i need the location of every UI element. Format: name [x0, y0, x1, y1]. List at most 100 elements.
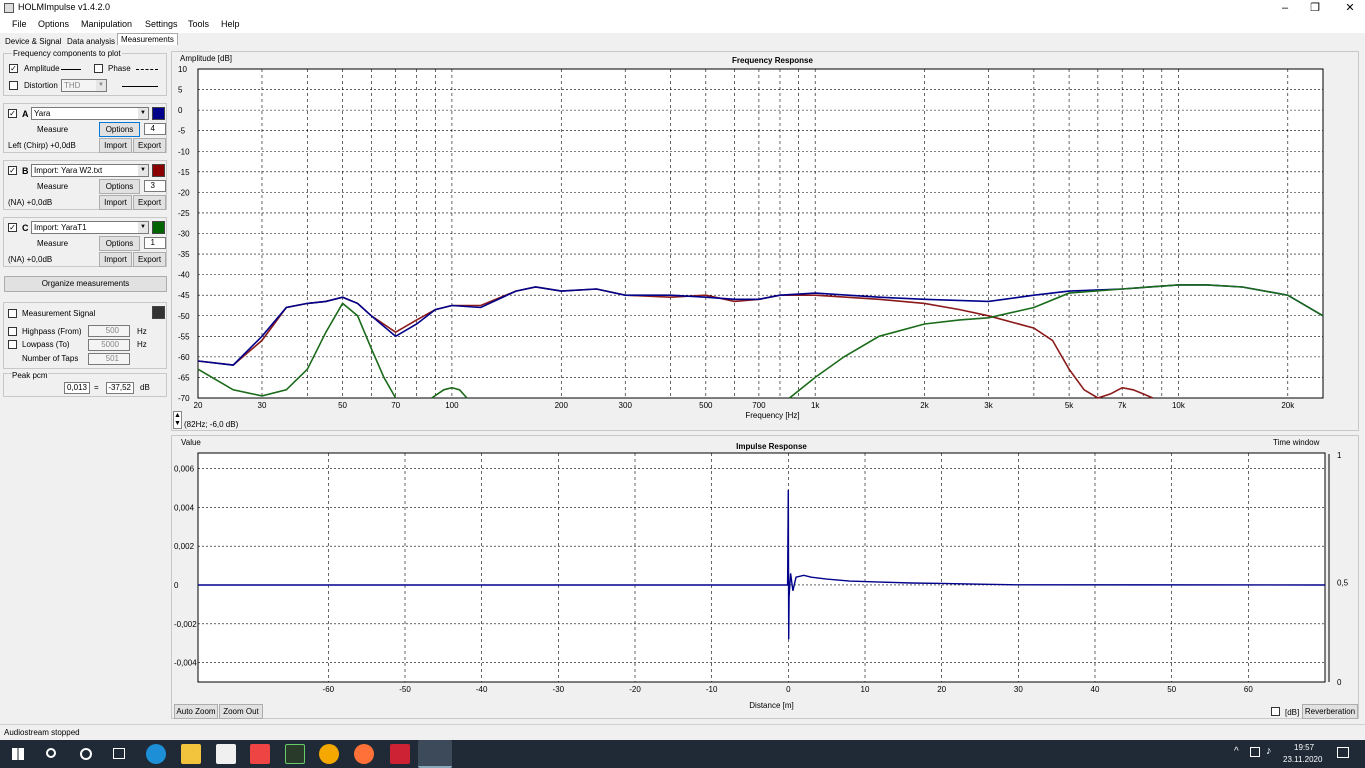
x-tick-label: 60	[1244, 685, 1253, 694]
taskbar: ^ ♪ 19:57 23.11.2020	[0, 740, 1365, 768]
menu-help[interactable]: Help	[221, 19, 240, 29]
peak-label: Peak pcm	[12, 371, 48, 380]
measurement-a-options-button[interactable]: Options	[99, 122, 140, 137]
amplitude-checkbox[interactable]: ✓	[9, 64, 18, 73]
menu-options[interactable]: Options	[38, 19, 69, 29]
measurement-a-measure[interactable]: Measure	[37, 125, 68, 134]
auto-zoom-button[interactable]: Auto Zoom	[174, 704, 218, 719]
measurement-b-export-button[interactable]: Export	[133, 195, 166, 210]
lowpass-checkbox[interactable]	[8, 340, 17, 349]
search-icon[interactable]	[46, 748, 56, 758]
measurement-a-select[interactable]: Yara ▼	[31, 107, 149, 120]
measurement-b-import-button[interactable]: Import	[99, 195, 132, 210]
clock-date[interactable]: 23.11.2020	[1283, 755, 1322, 764]
x-tick-label: 40	[1091, 685, 1100, 694]
y-tick-label: -40	[178, 271, 190, 280]
distortion-select[interactable]: THD ▼	[61, 79, 107, 92]
distortion-checkbox[interactable]	[9, 81, 18, 90]
measurement-b-checkbox[interactable]: ✓	[8, 166, 17, 175]
peak-db-value: -37,52	[106, 382, 134, 394]
holmimpulse-taskbar-icon[interactable]	[418, 740, 452, 768]
tab-data-analysis[interactable]: Data analysis	[64, 36, 118, 47]
y-tick-label: -50	[178, 312, 190, 321]
taps-input[interactable]: 501	[88, 353, 130, 365]
windows-start-icon[interactable]	[12, 748, 24, 760]
measurement-a-export-button[interactable]: Export	[133, 138, 166, 153]
x-tick-label: 70	[391, 401, 400, 410]
phase-checkbox[interactable]	[94, 64, 103, 73]
edge-icon[interactable]	[146, 744, 166, 764]
notifications-icon[interactable]	[1337, 747, 1349, 758]
measurement-signal-color[interactable]	[152, 306, 165, 319]
measurement-c-import-button[interactable]: Import	[99, 252, 132, 267]
x-tick-label: 10	[861, 685, 870, 694]
app-triangle-icon[interactable]	[319, 744, 339, 764]
measurement-a-color[interactable]	[152, 107, 165, 120]
app-chart-icon[interactable]	[285, 744, 305, 764]
measurement-a-checkbox[interactable]: ✓	[8, 109, 17, 118]
app-red-icon[interactable]	[390, 744, 410, 764]
firefox-icon[interactable]	[354, 744, 374, 764]
menu-tools[interactable]: Tools	[188, 19, 209, 29]
x-tick-label: 3k	[984, 401, 993, 410]
distortion-line-legend	[122, 86, 158, 87]
network-icon[interactable]	[1250, 747, 1260, 757]
measurement-c-select[interactable]: Import: YaraT1 ▼	[31, 221, 149, 234]
clock-time[interactable]: 19:57	[1294, 743, 1314, 752]
db-checkbox[interactable]	[1271, 707, 1280, 716]
minimize-icon[interactable]: –	[1270, 0, 1300, 16]
measurement-c-export-button[interactable]: Export	[133, 252, 166, 267]
measurement-b-count[interactable]: 3	[144, 180, 166, 192]
file-explorer-icon[interactable]	[181, 744, 201, 764]
measurement-b-color[interactable]	[152, 164, 165, 177]
tray-chevron-icon[interactable]: ^	[1234, 746, 1239, 757]
reverberation-button[interactable]: Reverberation	[1302, 704, 1358, 719]
measurement-a-count[interactable]: 4	[144, 123, 166, 135]
measurement-b-options-button[interactable]: Options	[99, 179, 140, 194]
measurement-c-color[interactable]	[152, 221, 165, 234]
organize-measurements-button[interactable]: Organize measurements	[4, 276, 167, 292]
measurement-c-options-button[interactable]: Options	[99, 236, 140, 251]
x-axis-label: Distance [m]	[749, 701, 793, 710]
frequency-response-chart[interactable]: 1050-5-10-15-20-25-30-35-40-45-50-55-60-…	[172, 52, 1360, 432]
tab-measurements[interactable]: Measurements	[117, 33, 178, 45]
cursor-arrow-icon[interactable]: ▲ ▼	[173, 411, 182, 429]
measurement-c-measure[interactable]: Measure	[37, 239, 68, 248]
y2-tick-label: 1	[1337, 451, 1342, 460]
zoom-out-button[interactable]: Zoom Out	[219, 704, 263, 719]
impulse-response-chart[interactable]: -60 -50 -40 -30 -20 -10 0 10 20 30 40 50 600,0060,00…	[172, 436, 1360, 720]
task-view-icon[interactable]	[113, 748, 125, 759]
maximize-icon[interactable]: ❐	[1300, 0, 1330, 16]
phase-label: Phase	[108, 64, 131, 73]
y2-axis-label: Time window	[1273, 438, 1320, 447]
measurement-b-measure[interactable]: Measure	[37, 182, 68, 191]
highpass-checkbox[interactable]	[8, 327, 17, 336]
x-tick-label: 5k	[1065, 401, 1074, 410]
measurement-signal-checkbox[interactable]	[8, 309, 17, 318]
tab-device-signal[interactable]: Device & Signal	[2, 36, 64, 47]
chevron-down-icon: ▼	[138, 222, 148, 233]
highpass-input[interactable]: 500	[88, 325, 130, 337]
x-tick-label: 7k	[1118, 401, 1127, 410]
menu-file[interactable]: File	[12, 19, 27, 29]
app-puzzle-icon[interactable]	[250, 744, 270, 764]
app-icon	[4, 3, 14, 13]
y-tick-label: -55	[178, 332, 190, 341]
x-tick-label: -20	[629, 685, 641, 694]
measurement-b-select[interactable]: Import: Yara W2.txt ▼	[31, 164, 149, 177]
menu-settings[interactable]: Settings	[145, 19, 178, 29]
y-tick-label: -60	[178, 353, 190, 362]
distortion-label: Distortion	[24, 81, 58, 90]
lowpass-input[interactable]: 5000	[88, 339, 130, 351]
menu-manipulation[interactable]: Manipulation	[81, 19, 132, 29]
volume-icon[interactable]: ♪	[1266, 745, 1272, 757]
close-icon[interactable]: ✕	[1335, 0, 1365, 16]
measurement-c-count[interactable]: 1	[144, 237, 166, 249]
left-panel: Frequency components to plot ✓ Amplitude…	[2, 48, 169, 720]
measurement-c-checkbox[interactable]: ✓	[8, 223, 17, 232]
chevron-down-icon: ▼	[96, 80, 106, 91]
status-text: Audiostream stopped	[4, 728, 80, 737]
cortana-icon[interactable]	[80, 748, 92, 760]
measurement-a-import-button[interactable]: Import	[99, 138, 132, 153]
store-icon[interactable]	[216, 744, 236, 764]
